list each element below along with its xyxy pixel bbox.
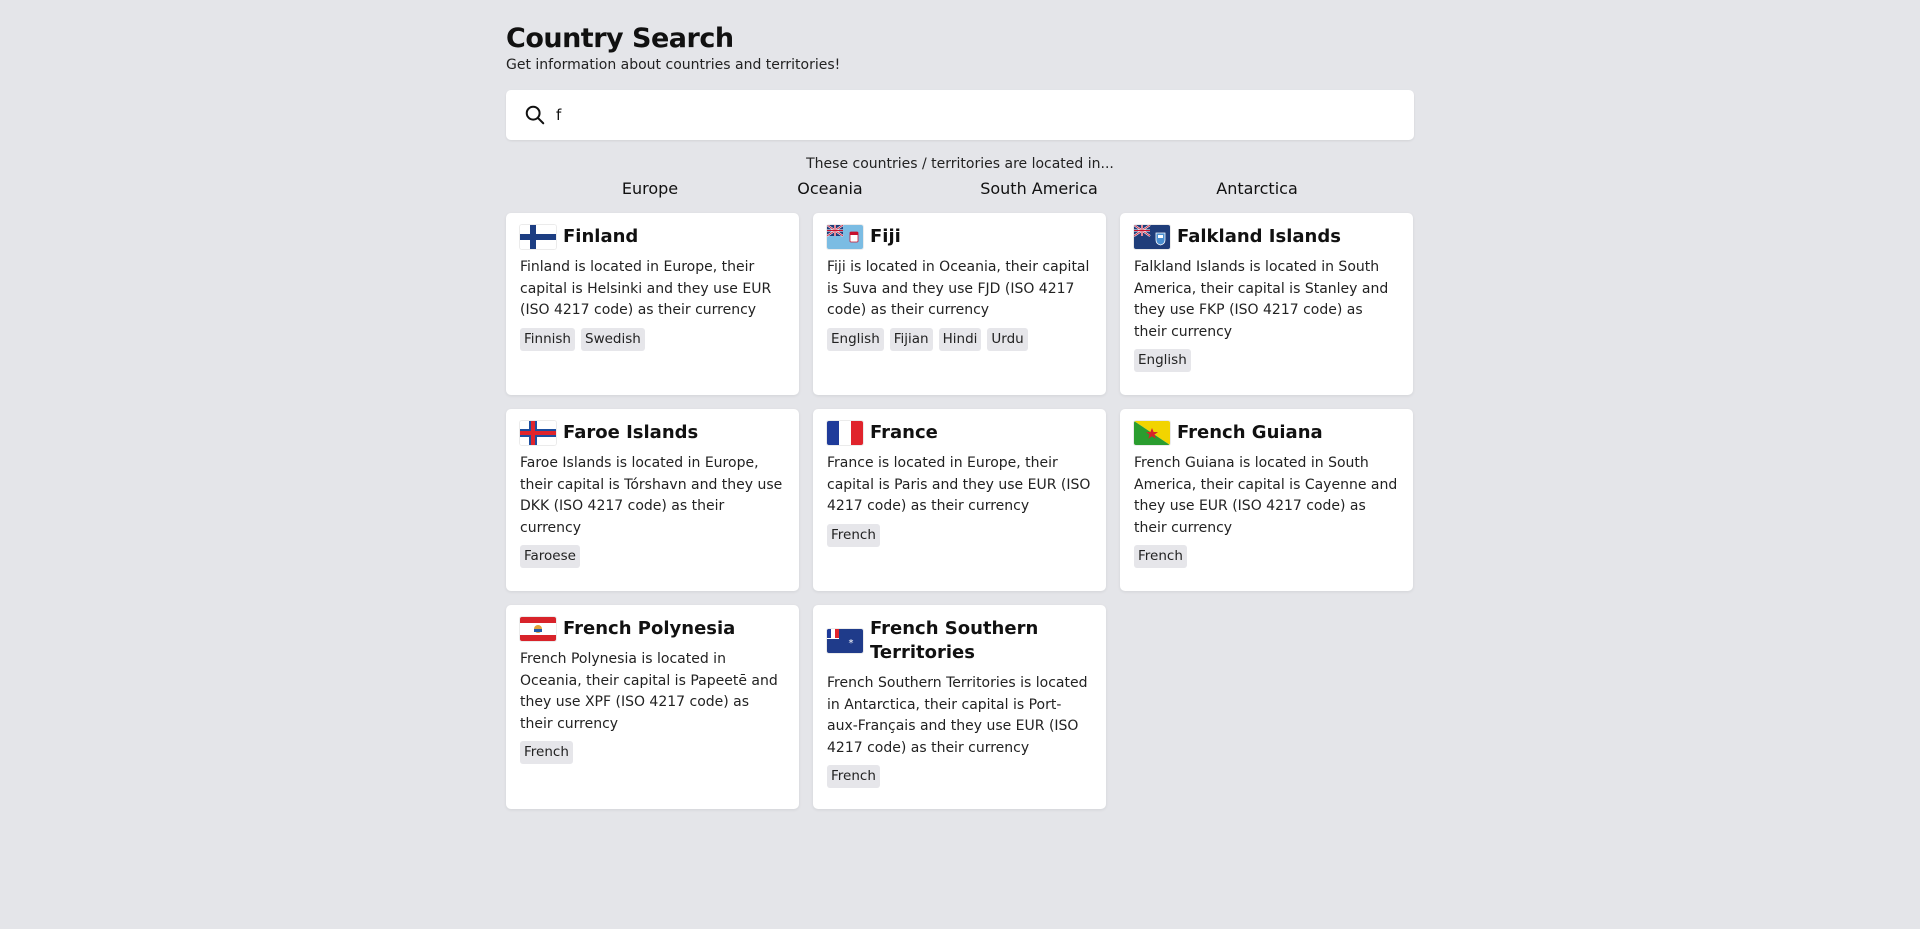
- page-subtitle: Get information about countries and terr…: [506, 57, 841, 73]
- fiji-flag-icon: [827, 225, 863, 249]
- region-list: Europe Oceania South America Antarctica: [506, 179, 1414, 203]
- country-name: Fiji: [870, 226, 901, 247]
- french-guiana-flag-icon: [1134, 421, 1170, 445]
- region-south-america[interactable]: South America: [980, 179, 1098, 198]
- language-badge: French: [827, 523, 880, 547]
- country-name: French Guiana: [1177, 422, 1323, 443]
- country-description: French Southern Territories is located i…: [827, 675, 1088, 756]
- language-badge: English: [827, 327, 884, 351]
- country-description: Faroe Islands is located in Europe, thei…: [520, 455, 783, 536]
- page-title: Country Search: [506, 23, 734, 54]
- language-badge: Finnish: [520, 327, 575, 351]
- country-name: French Southern Territories: [870, 618, 1039, 663]
- language-list: English: [1134, 349, 1399, 372]
- country-description: Finland is located in Europe, their capi…: [520, 259, 772, 318]
- app-container: Country Search Get information about cou…: [506, 0, 1414, 809]
- language-list: French: [520, 741, 785, 764]
- language-badge: Faroese: [520, 545, 580, 568]
- country-description: Falkland Islands is located in South Ame…: [1134, 259, 1389, 340]
- country-name: Faroe Islands: [563, 422, 699, 443]
- country-card-finland[interactable]: Finland Finland is located in Europe, th…: [506, 213, 799, 395]
- language-badge: French: [827, 765, 880, 788]
- search-input[interactable]: [554, 105, 1378, 125]
- country-name: French Polynesia: [563, 618, 736, 639]
- french-southern-territories-flag-icon: *: [827, 629, 863, 653]
- region-oceania[interactable]: Oceania: [797, 179, 862, 198]
- language-list: Finnish Swedish: [520, 327, 785, 351]
- language-list: English Fijian Hindi Urdu: [827, 327, 1092, 351]
- language-badge: Swedish: [581, 327, 645, 351]
- country-card-falkland-islands[interactable]: Falkland Islands Falkland Islands is loc…: [1120, 213, 1413, 395]
- search-bar[interactable]: [506, 90, 1414, 140]
- located-caption: These countries / territories are locate…: [806, 156, 1114, 172]
- country-name: Falkland Islands: [1177, 226, 1341, 247]
- finland-flag-icon: [520, 225, 556, 249]
- country-card-faroe-islands[interactable]: Faroe Islands Faroe Islands is located i…: [506, 409, 799, 591]
- country-description: French Polynesia is located in Oceania, …: [520, 651, 778, 732]
- french-polynesia-flag-icon: [520, 617, 556, 641]
- language-badge: Fijian: [889, 327, 933, 351]
- faroe-islands-flag-icon: [520, 421, 556, 445]
- language-badge: French: [520, 741, 573, 764]
- region-antarctica[interactable]: Antarctica: [1216, 179, 1298, 198]
- france-flag-icon: [827, 421, 863, 445]
- falkland-islands-flag-icon: [1134, 225, 1170, 249]
- language-list: Faroese: [520, 545, 785, 568]
- country-name: France: [870, 422, 938, 443]
- country-description: France is located in Europe, their capit…: [827, 455, 1091, 514]
- svg-text:*: *: [849, 638, 854, 649]
- country-card-france[interactable]: France France is located in Europe, thei…: [813, 409, 1106, 591]
- search-icon: [525, 105, 545, 125]
- country-card-french-polynesia[interactable]: French Polynesia French Polynesia is loc…: [506, 605, 799, 809]
- language-badge: Hindi: [938, 327, 982, 351]
- language-badge: Urdu: [987, 327, 1028, 351]
- country-card-fiji[interactable]: Fiji Fiji is located in Oceania, their c…: [813, 213, 1106, 395]
- language-badge: English: [1134, 349, 1191, 372]
- language-list: French: [827, 523, 1092, 547]
- country-card-french-guiana[interactable]: French Guiana French Guiana is located i…: [1120, 409, 1413, 591]
- language-list: French: [827, 765, 1092, 788]
- region-europe[interactable]: Europe: [622, 179, 678, 198]
- language-list: French: [1134, 545, 1399, 568]
- country-name: Finland: [563, 226, 639, 247]
- language-badge: French: [1134, 545, 1187, 568]
- country-description: Fiji is located in Oceania, their capita…: [827, 259, 1090, 318]
- country-card-french-southern-territories[interactable]: * French Southern Territories French Sou…: [813, 605, 1106, 809]
- country-description: French Guiana is located in South Americ…: [1134, 455, 1398, 536]
